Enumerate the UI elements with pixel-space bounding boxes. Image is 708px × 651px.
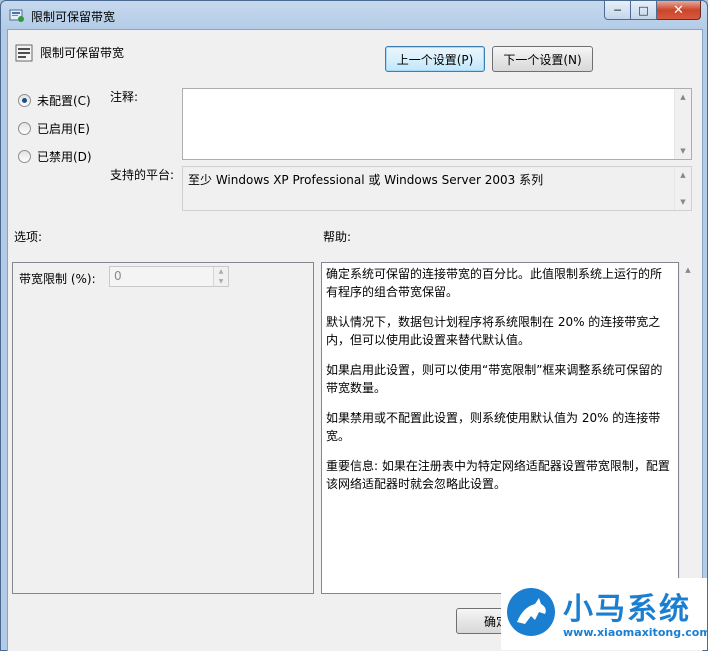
platform-value: 至少 Windows XP Professional 或 Windows Ser… <box>188 173 544 187</box>
spin-up-icon[interactable]: ▲ <box>213 267 228 277</box>
bandwidth-limit-spinbox[interactable]: 0 ▲ ▼ <box>109 266 229 287</box>
setting-icon <box>15 44 33 62</box>
policy-icon <box>9 9 24 22</box>
radio-not-configured-dot[interactable] <box>18 94 31 107</box>
platform-textbox[interactable]: 至少 Windows XP Professional 或 Windows Ser… <box>182 166 692 211</box>
maximize-button[interactable]: □ <box>631 1 657 20</box>
caption-buttons: ─ □ ✕ <box>604 1 701 20</box>
help-paragraph: 确定系统可保留的连接带宽的百分比。此值限制系统上运行的所有程序的组合带宽保留。 <box>326 267 663 299</box>
radio-not-configured-label: 未配置(C) <box>37 94 91 108</box>
platform-scrollbar[interactable]: ▲ ▼ <box>674 167 691 210</box>
scroll-down-arrow-icon[interactable]: ▼ <box>675 143 691 159</box>
help-paragraph: 重要信息: 如果在注册表中为特定网络适配器设置带宽限制，配置该网络适配器时就会忽… <box>326 459 670 491</box>
options-panel: 带宽限制 (%): 0 ▲ ▼ <box>12 262 314 594</box>
watermark-title: 小马系统 <box>563 592 691 627</box>
help-scrollbar[interactable]: ▲ <box>679 262 696 594</box>
help-panel: 确定系统可保留的连接带宽的百分比。此值限制系统上运行的所有程序的组合带宽保留。 … <box>321 262 679 594</box>
help-section-title: 帮助: <box>323 230 352 244</box>
radio-disabled-dot[interactable] <box>18 150 31 163</box>
dialog-window: 限制可保留带宽 ─ □ ✕ 限制可保留带宽 上一个设置(P) 下一个设置(N) … <box>0 0 708 651</box>
help-text: 确定系统可保留的连接带宽的百分比。此值限制系统上运行的所有程序的组合带宽保留。 … <box>326 265 672 505</box>
help-paragraph: 如果启用此设置，则可以使用“带宽限制”框来调整系统可保留的带宽数量。 <box>326 363 663 395</box>
help-paragraph: 如果禁用或不配置此设置，则系统使用默认值为 20% 的连接带宽。 <box>326 411 661 443</box>
watermark-url: www.xiaomaxitong.com <box>563 626 708 639</box>
setting-title: 限制可保留带宽 <box>40 46 125 60</box>
scroll-up-arrow-icon[interactable]: ▲ <box>675 89 691 105</box>
window-title: 限制可保留带宽 <box>31 10 116 24</box>
radio-enabled-label: 已启用(E) <box>37 122 90 136</box>
scroll-down-arrow-icon[interactable]: ▼ <box>675 194 691 210</box>
comment-scrollbar[interactable]: ▲ ▼ <box>674 89 691 159</box>
minimize-button[interactable]: ─ <box>604 1 631 20</box>
watermark-logo: 小马系统 www.xiaomaxitong.com <box>501 578 708 650</box>
spin-down-icon[interactable]: ▼ <box>213 276 228 286</box>
comment-textbox[interactable]: ▲ ▼ <box>182 88 692 160</box>
help-paragraph: 默认情况下，数据包计划程序将系统限制在 20% 的连接带宽之内，但可以使用此设置… <box>326 315 661 347</box>
next-setting-button[interactable]: 下一个设置(N) <box>492 46 593 72</box>
horse-logo-icon <box>507 588 555 636</box>
dialog-client-area: 限制可保留带宽 上一个设置(P) 下一个设置(N) 未配置(C) 已启用(E) … <box>7 29 703 651</box>
spin-buttons: ▲ ▼ <box>213 267 228 286</box>
platform-label: 支持的平台: <box>110 168 175 182</box>
bandwidth-limit-label: 带宽限制 (%): <box>19 272 96 286</box>
bandwidth-limit-value: 0 <box>114 269 122 283</box>
close-button[interactable]: ✕ <box>657 1 701 20</box>
radio-enabled[interactable]: 已启用(E) <box>18 120 90 137</box>
title-bar[interactable]: 限制可保留带宽 ─ □ ✕ <box>1 1 707 29</box>
options-section-title: 选项: <box>14 230 43 244</box>
scroll-up-arrow-icon[interactable]: ▲ <box>680 262 696 278</box>
comment-label: 注释: <box>110 90 139 104</box>
scroll-up-arrow-icon[interactable]: ▲ <box>675 167 691 183</box>
previous-setting-button[interactable]: 上一个设置(P) <box>385 46 485 72</box>
radio-disabled[interactable]: 已禁用(D) <box>18 148 92 165</box>
radio-not-configured[interactable]: 未配置(C) <box>18 92 91 109</box>
radio-enabled-dot[interactable] <box>18 122 31 135</box>
radio-disabled-label: 已禁用(D) <box>37 150 92 164</box>
